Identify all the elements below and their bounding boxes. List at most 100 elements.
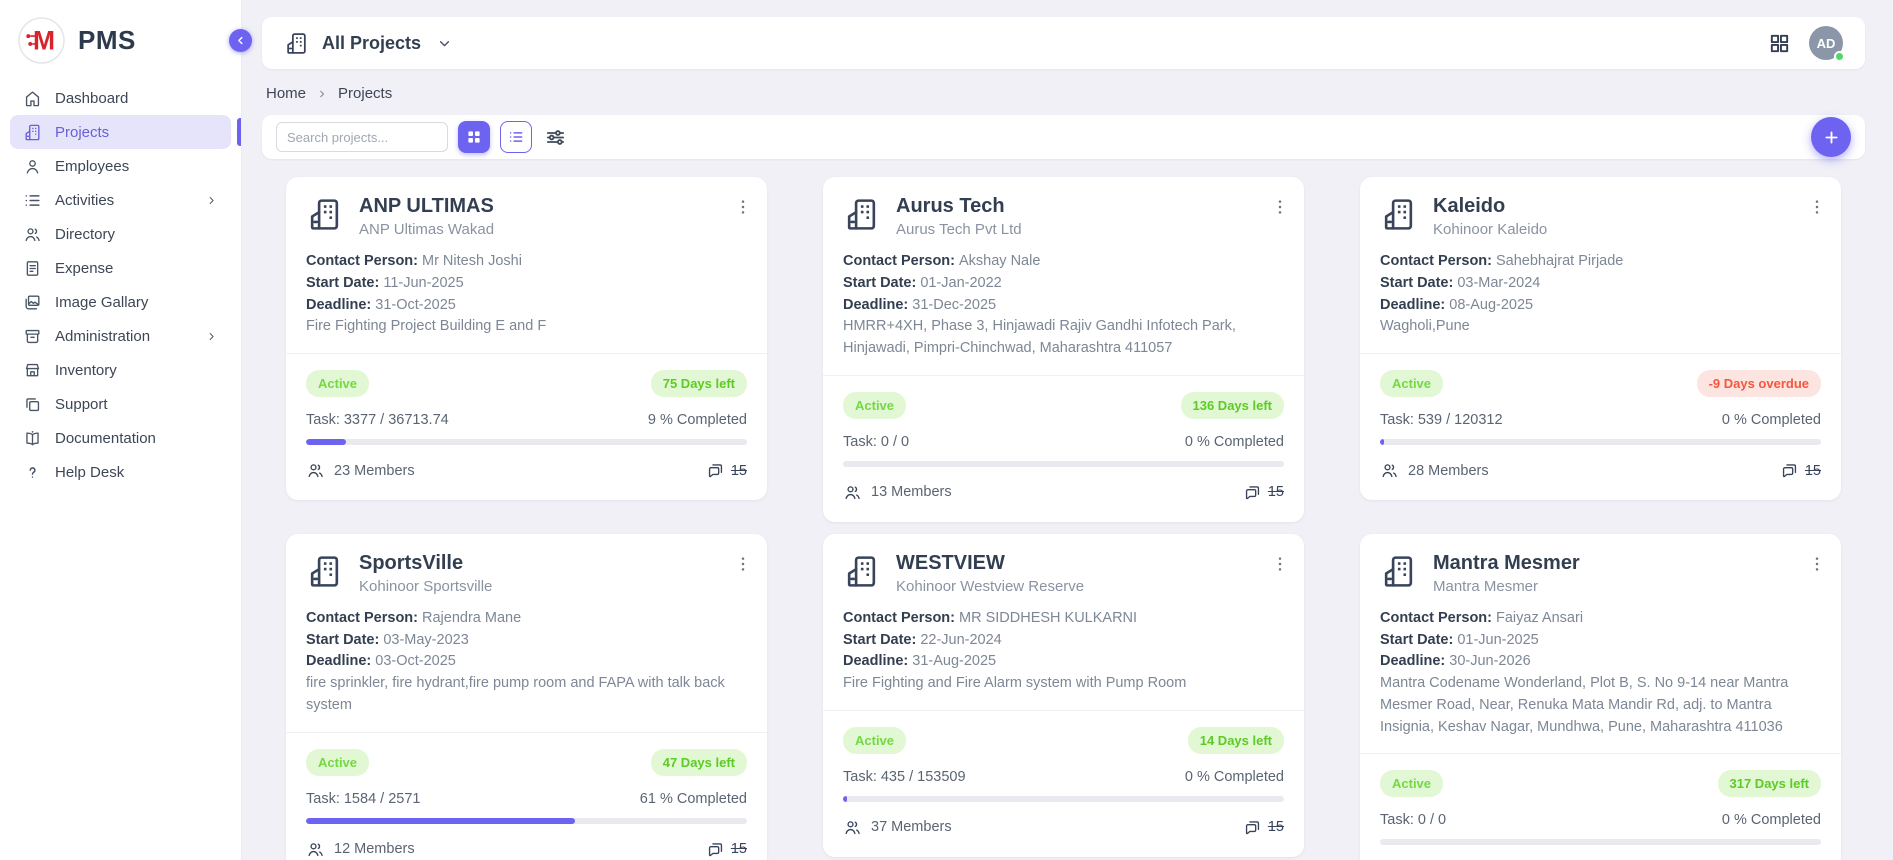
project-card[interactable]: Mantra Mesmer Mantra Mesmer Contact Pers… <box>1360 534 1841 860</box>
people-icon <box>23 225 42 244</box>
status-badge: Active <box>843 727 906 754</box>
project-card[interactable]: WESTVIEW Kohinoor Westview Reserve Conta… <box>823 534 1304 857</box>
members-icon <box>306 840 325 859</box>
progress-bar-fill <box>306 818 575 824</box>
sidebar-item-expense[interactable]: Expense <box>10 251 231 285</box>
store-icon <box>23 361 42 380</box>
task-count: Task: 3377 / 36713.74 <box>306 412 449 428</box>
project-subtitle: Kohinoor Sportsville <box>359 578 492 595</box>
deadline-value: 31-Dec-2025 <box>912 297 996 313</box>
card-menu-button[interactable] <box>1270 554 1290 574</box>
progress-bar-fill <box>1380 439 1384 445</box>
sidebar-item-activities[interactable]: Activities <box>10 183 231 217</box>
chat-count: 15 <box>1805 463 1821 479</box>
contact-label: Contact Person: <box>306 253 418 269</box>
sidebar-item-dashboard[interactable]: Dashboard <box>10 81 231 115</box>
building-icon <box>843 553 880 590</box>
sidebar-item-administration[interactable]: Administration <box>10 319 231 353</box>
project-card[interactable]: Kaleido Kohinoor Kaleido Contact Person:… <box>1360 177 1841 500</box>
help-icon <box>23 463 42 482</box>
breadcrumb-home[interactable]: Home <box>266 85 306 102</box>
sidebar-item-label: Image Gallary <box>55 294 148 311</box>
project-card-grid: ANP ULTIMAS ANP Ultimas Wakad Contact Pe… <box>286 177 1841 860</box>
completed-percent: 0 % Completed <box>1185 434 1284 450</box>
project-title: Mantra Mesmer <box>1433 552 1580 575</box>
card-menu-button[interactable] <box>733 554 753 574</box>
receipt-icon <box>23 259 42 278</box>
card-divider <box>823 375 1304 376</box>
start-date-row: Start Date:22-Jun-2024 <box>843 630 1284 652</box>
sidebar-item-help-desk[interactable]: Help Desk <box>10 455 231 489</box>
deadline-label: Deadline: <box>306 653 371 669</box>
project-title: SportsVille <box>359 552 492 575</box>
start-date-value: 03-May-2023 <box>383 632 468 648</box>
app-name: PMS <box>78 25 136 56</box>
deadline-row: Deadline:31-Aug-2025 <box>843 651 1284 673</box>
sidebar-item-projects[interactable]: Projects <box>10 115 231 149</box>
project-description: fire sprinkler, fire hydrant,fire pump r… <box>306 673 747 717</box>
progress-bar <box>306 818 747 824</box>
chat-icon <box>706 840 725 859</box>
chat-group[interactable]: 15 <box>706 840 747 859</box>
progress-bar <box>1380 839 1821 845</box>
start-date-label: Start Date: <box>1380 632 1453 648</box>
card-menu-button[interactable] <box>1270 197 1290 217</box>
chat-count: 15 <box>731 841 747 857</box>
start-date-row: Start Date:03-May-2023 <box>306 630 747 652</box>
chat-group[interactable]: 15 <box>706 461 747 480</box>
card-menu-button[interactable] <box>1807 197 1827 217</box>
project-description: HMRR+4XH, Phase 3, Hinjawadi Rajiv Gandh… <box>843 316 1284 360</box>
members-count: 23 Members <box>334 463 415 479</box>
status-badge: Active <box>1380 770 1443 797</box>
completed-percent: 0 % Completed <box>1722 412 1821 428</box>
deadline-row: Deadline:31-Dec-2025 <box>843 295 1284 317</box>
sidebar-item-inventory[interactable]: Inventory <box>10 353 231 387</box>
chat-group[interactable]: 15 <box>1243 483 1284 502</box>
person-icon <box>23 157 42 176</box>
search-input[interactable] <box>276 122 448 152</box>
copy-icon <box>23 395 42 414</box>
building-icon <box>284 31 309 56</box>
project-card[interactable]: SportsVille Kohinoor Sportsville Contact… <box>286 534 767 860</box>
add-project-button[interactable] <box>1811 117 1851 157</box>
sidebar-item-employees[interactable]: Employees <box>10 149 231 183</box>
sidebar-item-image-gallary[interactable]: Image Gallary <box>10 285 231 319</box>
archive-icon <box>23 327 42 346</box>
contact-row: Contact Person:Sahebhajrat Pirjade <box>1380 251 1821 273</box>
card-menu-button[interactable] <box>1807 554 1827 574</box>
days-left-badge: 75 Days left <box>651 370 747 397</box>
projects-toolbar <box>262 115 1865 159</box>
book-icon <box>23 429 42 448</box>
card-divider <box>1360 753 1841 754</box>
contact-row: Contact Person:Akshay Nale <box>843 251 1284 273</box>
card-menu-button[interactable] <box>733 197 753 217</box>
sidebar-item-directory[interactable]: Directory <box>10 217 231 251</box>
status-badge: Active <box>306 749 369 776</box>
members-group: 12 Members <box>306 840 415 859</box>
chat-count: 15 <box>1268 484 1284 500</box>
filter-button[interactable] <box>544 126 567 149</box>
avatar-initials: AD <box>1817 36 1836 51</box>
list-view-button[interactable] <box>500 121 532 153</box>
start-date-value: 11-Jun-2025 <box>383 275 463 291</box>
chat-group[interactable]: 15 <box>1243 818 1284 837</box>
deadline-label: Deadline: <box>843 653 908 669</box>
project-card[interactable]: Aurus Tech Aurus Tech Pvt Ltd Contact Pe… <box>823 177 1304 522</box>
start-date-label: Start Date: <box>843 275 916 291</box>
sidebar-collapse-button[interactable] <box>229 29 252 52</box>
project-subtitle: Aurus Tech Pvt Ltd <box>896 221 1022 238</box>
sidebar-item-label: Help Desk <box>55 464 124 481</box>
apps-grid-button[interactable] <box>1768 32 1791 55</box>
sidebar-item-support[interactable]: Support <box>10 387 231 421</box>
deadline-row: Deadline:31-Oct-2025 <box>306 295 747 317</box>
project-scope-dropdown[interactable]: All Projects <box>284 31 453 56</box>
kebab-icon <box>733 554 753 574</box>
deadline-value: 30-Jun-2026 <box>1449 653 1530 669</box>
sidebar-item-documentation[interactable]: Documentation <box>10 421 231 455</box>
project-card[interactable]: ANP ULTIMAS ANP Ultimas Wakad Contact Pe… <box>286 177 767 500</box>
avatar[interactable]: AD <box>1809 26 1843 60</box>
gallery-icon <box>23 293 42 312</box>
chat-group[interactable]: 15 <box>1780 461 1821 480</box>
progress-bar <box>306 439 747 445</box>
grid-view-button[interactable] <box>458 121 490 153</box>
